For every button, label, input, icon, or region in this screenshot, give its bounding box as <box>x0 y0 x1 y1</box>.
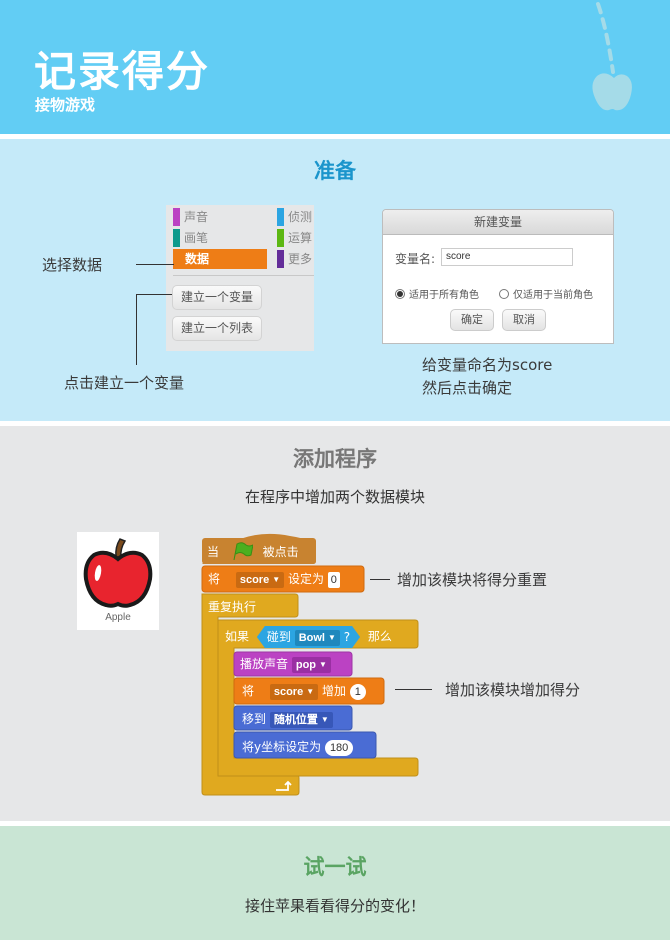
callout-line <box>136 294 172 295</box>
dialog-caption-line2: 然后点击确定 <box>422 379 513 397</box>
make-variable-button[interactable]: 建立一个变量 <box>172 285 262 310</box>
note-line <box>395 689 432 690</box>
change-variable-block[interactable]: 将 score ▼ 增加 1 <box>242 682 366 700</box>
set-variable-block[interactable]: 将 score ▼ 设定为 0 <box>208 570 340 588</box>
callout-line <box>136 294 137 365</box>
when-flag-clicked-block[interactable]: 当 被点击 <box>207 542 299 560</box>
section-subtitle-program: 在程序中增加两个数据模块 <box>244 488 425 506</box>
note-line <box>370 579 390 580</box>
green-flag-icon <box>233 542 253 560</box>
try-instruction: 接住苹果看看得分的变化！ <box>244 897 425 915</box>
radio-all-sprites[interactable]: 适用于所有角色 <box>395 286 479 301</box>
dropdown-arrow-icon: ▼ <box>327 632 336 642</box>
if-then-block[interactable]: 如果 碰到 Bowl ▼ ? 那么 <box>225 626 392 648</box>
page-subtitle: 接物游戏 <box>35 96 96 114</box>
forever-block[interactable]: 重复执行 <box>208 598 256 615</box>
section-title-try: 试一试 <box>303 855 367 879</box>
dropdown-arrow-icon: ▼ <box>306 686 315 696</box>
goto-target-dropdown[interactable]: 随机位置 ▼ <box>269 711 333 728</box>
new-variable-dialog: 新建变量 变量名: score 适用于所有角色 仅适用于当前角色 确定 取消 <box>382 209 614 344</box>
play-sound-block[interactable]: 播放声音 pop ▼ <box>240 655 331 673</box>
cancel-button[interactable]: 取消 <box>502 309 546 331</box>
dropdown-arrow-icon: ▼ <box>320 714 329 724</box>
section-title-program: 添加程序 <box>293 447 377 471</box>
go-to-block[interactable]: 移到 随机位置 ▼ <box>242 710 333 728</box>
note-reset-score: 增加该模块将得分重置 <box>397 571 548 589</box>
falling-apple-icon <box>592 2 632 111</box>
section-title-prepare: 准备 <box>314 159 356 183</box>
callout-line <box>136 264 174 265</box>
sprite-name: Apple <box>105 612 131 623</box>
change-value-input[interactable]: 1 <box>349 683 366 700</box>
set-y-block[interactable]: 将y坐标设定为 180 <box>242 738 354 756</box>
callout-select-data: 选择数据 <box>42 256 103 274</box>
variable-name-input[interactable]: score <box>441 248 573 266</box>
make-list-button[interactable]: 建立一个列表 <box>172 316 262 341</box>
radio-unchecked-icon <box>499 289 509 299</box>
touching-block[interactable]: 碰到 Bowl ▼ ? <box>257 626 360 648</box>
section-try <box>0 826 670 940</box>
dialog-title: 新建变量 <box>383 210 613 235</box>
variable-name-label: 变量名: <box>395 252 436 266</box>
palette-divider <box>173 275 314 276</box>
sound-dropdown[interactable]: pop ▼ <box>291 656 331 673</box>
apple-icon <box>83 538 153 608</box>
note-increase-score: 增加该模块增加得分 <box>445 681 581 699</box>
radio-checked-icon <box>395 289 405 299</box>
set-value-input[interactable]: 0 <box>327 571 340 588</box>
variable-dropdown[interactable]: score ▼ <box>235 571 285 588</box>
touching-target-dropdown[interactable]: Bowl ▼ <box>295 630 340 646</box>
block-palette: 声音 画笔 数据 侦测 运算 更多 建立一个变量 建立一个列表 <box>166 205 314 351</box>
dialog-caption-line1: 给变量命名为score <box>422 356 553 374</box>
radio-this-sprite[interactable]: 仅适用于当前角色 <box>499 286 593 301</box>
set-y-value-input[interactable]: 180 <box>324 739 354 756</box>
callout-make-variable: 点击建立一个变量 <box>64 374 185 392</box>
variable-dropdown[interactable]: score ▼ <box>269 683 319 700</box>
sprite-thumbnail[interactable]: Apple <box>77 532 159 630</box>
ok-button[interactable]: 确定 <box>450 309 494 331</box>
dropdown-arrow-icon: ▼ <box>272 574 281 584</box>
dropdown-arrow-icon: ▼ <box>319 659 327 669</box>
category-data[interactable]: 数据 <box>173 249 267 269</box>
page-title: 记录得分 <box>34 47 211 96</box>
